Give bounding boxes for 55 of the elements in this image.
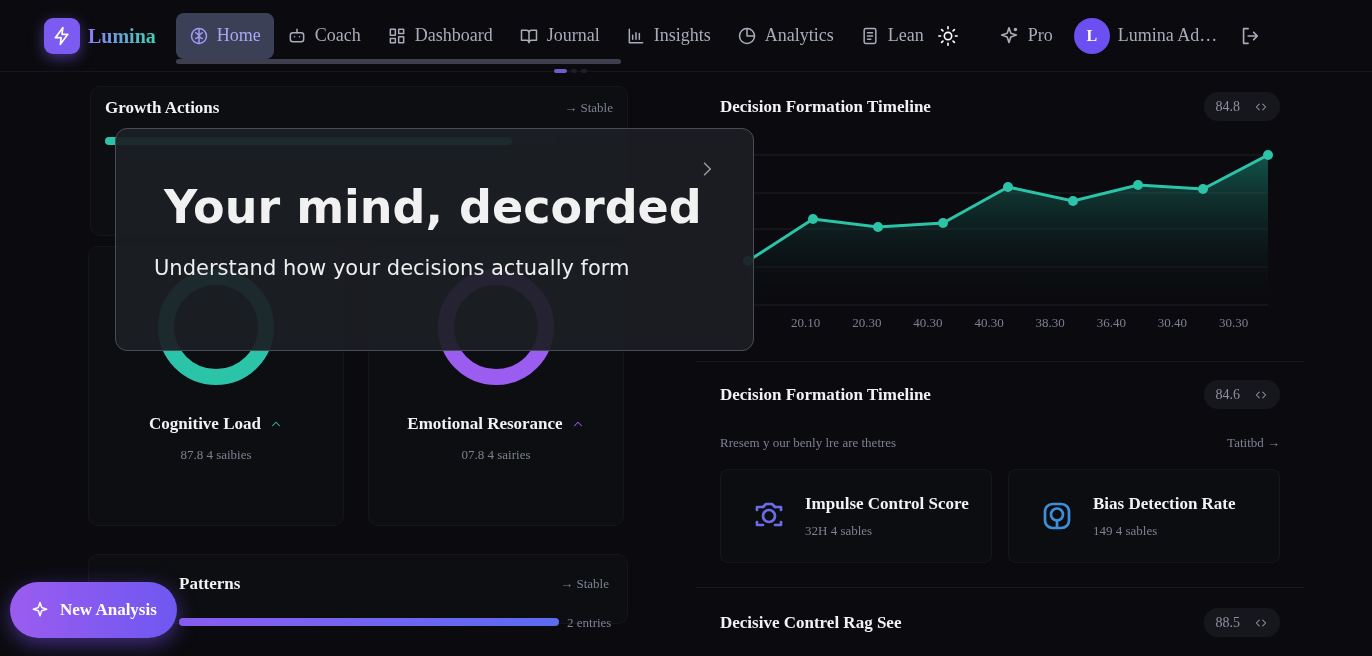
card-title: Growth Actions — [105, 97, 220, 119]
nav-tab[interactable]: Dashboard — [373, 12, 506, 59]
user-name[interactable]: Lumina Ad… — [1117, 22, 1218, 49]
nav-tab[interactable]: Insights — [612, 12, 724, 59]
card-title: Decision Formation Timeline — [720, 383, 931, 406]
details-link[interactable]: Tatitbd → — [1227, 433, 1280, 453]
metric-title: Cognitive Load — [149, 413, 261, 435]
data-point — [1133, 180, 1143, 190]
metric-title: Impulse Control Score — [805, 493, 969, 515]
data-point — [1263, 150, 1273, 160]
scrollbar[interactable] — [175, 58, 621, 64]
data-point — [873, 222, 883, 232]
data-point — [1068, 196, 1078, 206]
axis-label: 40.30 — [974, 314, 1005, 332]
axis-label: 40.30 — [913, 314, 944, 332]
metric-subtitle: 32H 4 sables — [805, 521, 874, 540]
metric-subtitle: 87.8 4 saibies — [180, 445, 252, 464]
metric-title: Bias Detection Rate — [1093, 493, 1236, 515]
card-title: Patterns — [179, 573, 241, 595]
trend-label: → Stable — [564, 99, 613, 117]
nav-tab[interactable]: Lean — [846, 12, 937, 59]
data-point — [1003, 182, 1013, 192]
metric-subtitle: 07.8 4 sairies — [461, 445, 531, 464]
card-title: Decisive Contrel Rag See — [720, 611, 902, 634]
new-analysis-button[interactable]: New Analysis — [10, 582, 177, 638]
hero-subtitle: Understand how your decisions actually form — [154, 255, 630, 282]
axis-label: 20.30 — [852, 314, 883, 332]
entry-count: 2 entries — [567, 613, 612, 632]
score-value: 84.8 — [1215, 98, 1240, 116]
data-point — [1198, 184, 1208, 194]
score-value: 88.5 — [1215, 614, 1240, 632]
axis-label: 20.10 — [791, 314, 822, 332]
pro-button[interactable]: Pro — [984, 12, 1066, 59]
sun-icon[interactable] — [936, 24, 959, 47]
hero-title: Your mind, decorded — [164, 179, 702, 236]
axis-label: 30.30 — [1218, 314, 1250, 332]
card-title: Decision Formation Timeline — [720, 95, 931, 118]
card-subtitle: Rresem y our benly lre are thetres — [720, 434, 897, 452]
pie-chart-icon — [736, 25, 757, 46]
avatar[interactable]: L — [1073, 17, 1110, 54]
metric-subtitle: 149 4 sables — [1093, 521, 1159, 540]
axis-label: 38.30 — [1035, 314, 1066, 332]
nav-tab[interactable]: Analytics — [723, 12, 847, 59]
data-point — [938, 218, 948, 228]
nav-tab[interactable]: Coach — [273, 12, 374, 59]
trend-label: → Stable — [560, 575, 609, 593]
score-value: 84.6 — [1215, 386, 1240, 404]
metric-title: Emotional Resorance — [407, 413, 563, 435]
logo-icon — [44, 17, 80, 54]
nav-tab[interactable]: Home — [175, 12, 274, 59]
brain-icon — [188, 25, 209, 46]
axis-label: 36.40 — [1096, 314, 1127, 332]
data-point — [808, 214, 818, 224]
axis-label: 30.40 — [1157, 314, 1188, 332]
nav-tab[interactable]: Journal — [505, 12, 613, 59]
